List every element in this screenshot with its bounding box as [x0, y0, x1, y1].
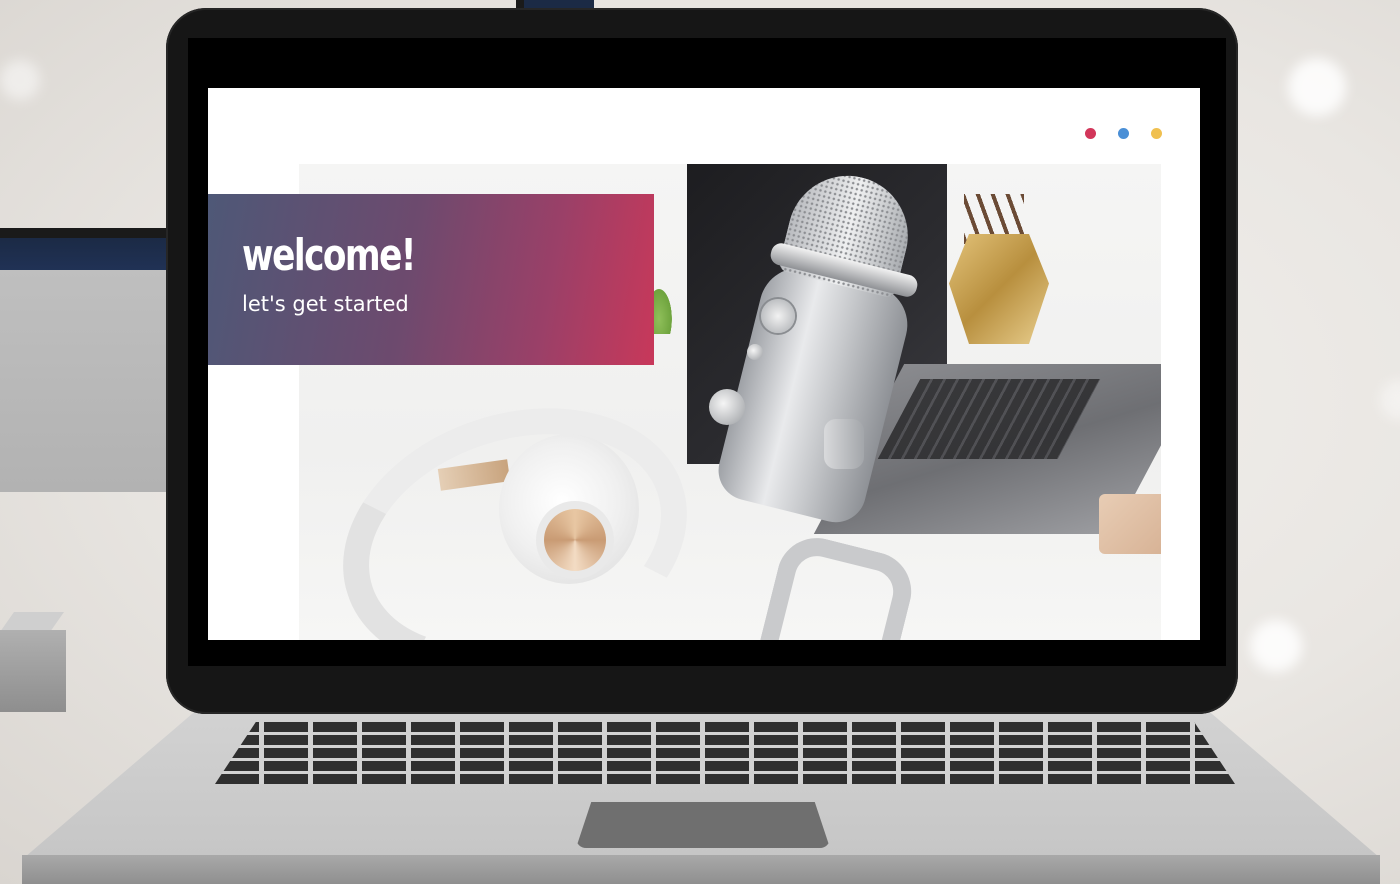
photo-mic-stand — [754, 529, 920, 640]
bokeh-light — [1250, 620, 1302, 672]
red-dot-icon[interactable] — [1085, 128, 1096, 139]
laptop-keyboard — [215, 722, 1235, 784]
banner-subtitle: let's get started — [242, 292, 409, 316]
photo-mic-joint — [824, 419, 864, 469]
scene-background: welcome! let's get started — [0, 0, 1400, 884]
laptop-base-edge — [22, 855, 1380, 884]
blue-dot-icon[interactable] — [1118, 128, 1129, 139]
welcome-banner: welcome! let's get started — [208, 194, 654, 365]
background-monitor-stand — [0, 630, 66, 712]
bokeh-light — [1380, 380, 1400, 420]
photo-microphone-knob — [709, 389, 745, 425]
photo-microphone-button — [747, 344, 763, 360]
yellow-dot-icon[interactable] — [1151, 128, 1162, 139]
photo-notebook — [1099, 494, 1161, 554]
laptop-screen: welcome! let's get started — [208, 88, 1200, 640]
photo-gold-pot — [949, 234, 1049, 344]
photo-headphone-disk — [544, 509, 606, 571]
photo-microphone-badge — [761, 299, 795, 333]
laptop-trackpad — [576, 802, 830, 848]
background-monitor-screen — [0, 270, 190, 492]
bokeh-light — [1288, 58, 1346, 116]
background-stand-top — [0, 612, 65, 632]
window-dots — [1085, 128, 1162, 139]
banner-title: welcome! — [242, 230, 416, 281]
bokeh-light — [0, 60, 40, 100]
